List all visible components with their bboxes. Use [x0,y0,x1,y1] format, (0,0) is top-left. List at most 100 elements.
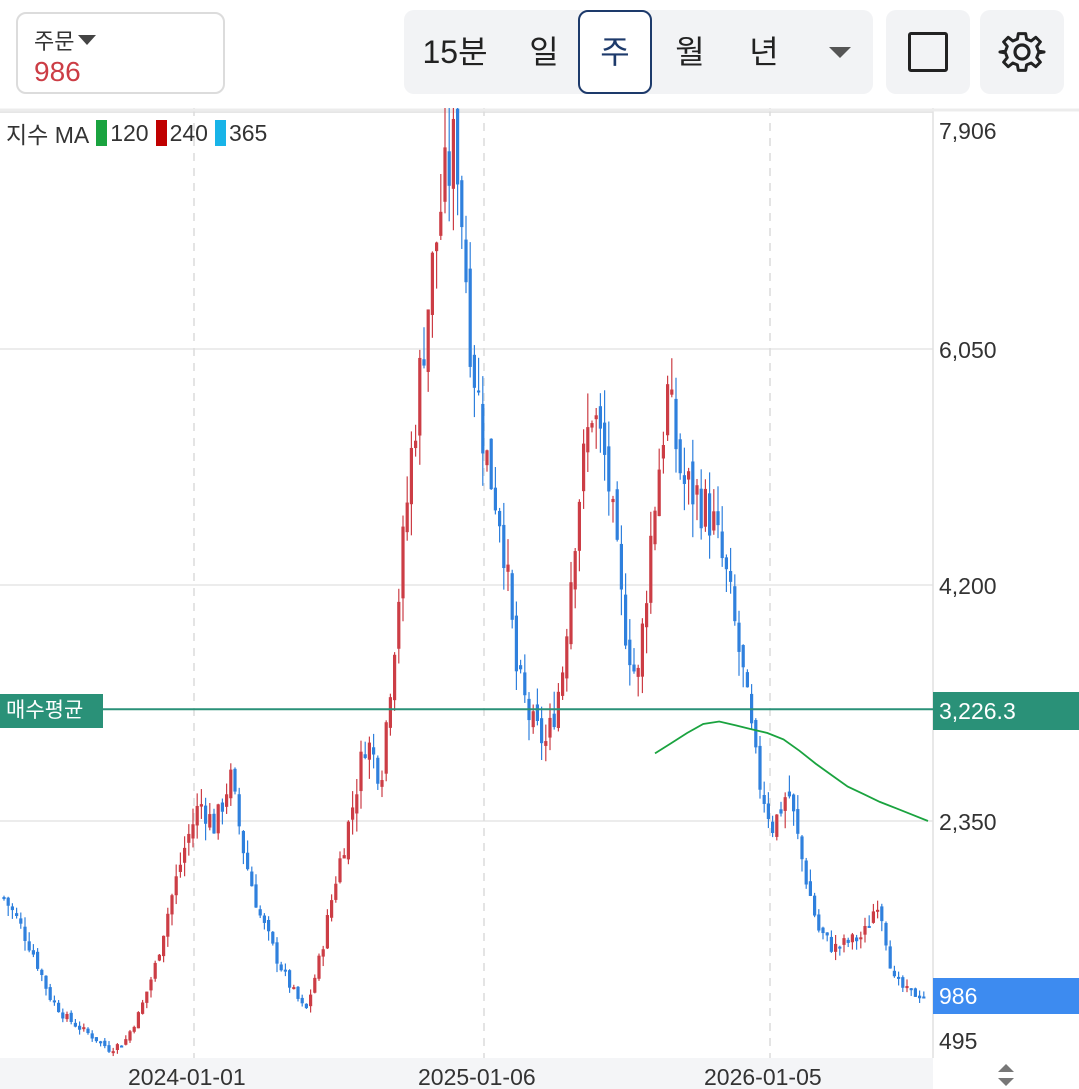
candle-body [695,485,699,495]
candle-body [275,942,279,964]
period-week[interactable]: 주 [578,10,652,94]
legend-ma120: 120 [110,119,149,146]
candle-body [27,941,31,951]
candle-body [183,847,187,863]
candle-body [111,1051,115,1054]
candle-body [565,636,569,679]
candle-body [838,946,842,949]
candle-body [821,927,825,934]
candle-body [61,1012,65,1019]
candle-body [510,573,514,620]
candle-body [502,524,506,569]
candle-body [44,975,48,989]
legend-ma365: 365 [228,119,268,146]
candle-body [607,446,611,492]
candle-body [691,461,695,505]
more-periods-icon[interactable] [829,47,851,58]
candle-body [376,757,380,784]
legend-prefix: 지수 MA [6,122,90,148]
candle-body [372,747,376,755]
candle-body [703,488,707,527]
settings-button[interactable] [980,10,1064,94]
candle-body [65,1014,69,1020]
candle-body [519,665,523,670]
candle-body [283,969,287,972]
candle-body [304,1003,308,1009]
order-selector[interactable]: 주문 986 [16,12,225,94]
candle-body [250,871,254,887]
candle-body [657,469,661,517]
candle-body [628,639,632,666]
candle-body [338,858,342,883]
y-tick-label: 495 [939,1028,978,1054]
candle-body [157,954,161,961]
candle-body [170,895,174,915]
candle-body [191,824,195,839]
candle-body [426,309,430,372]
candle-body [825,932,829,936]
candle-body [615,489,619,540]
candle-body [199,804,203,807]
period-year[interactable]: 년 [728,10,800,94]
candle-body [342,855,346,859]
candle-body [548,717,552,738]
candle-body [48,987,52,1000]
candle-body [682,475,686,484]
candle-body [787,791,791,797]
caret-down-icon [78,35,97,45]
candle-body [901,977,905,988]
candle-body [300,997,304,1004]
x-tick-label: 2024-01-01 [128,1064,246,1089]
candle-body [136,1012,140,1029]
candle-body [153,962,157,979]
ma240-swatch [155,120,167,146]
candle-body [863,926,867,935]
scroll-handle-icon[interactable] [996,1062,1016,1088]
period-day[interactable]: 일 [508,10,580,94]
candle-body [414,440,418,449]
candle-body [468,268,472,367]
candle-body [586,427,590,453]
candle-body [10,906,14,911]
candle-body [829,936,833,952]
candle-body [216,804,220,834]
candle-body [540,718,544,744]
order-label: 주문 [34,24,97,56]
y-tick-label: 2,350 [939,809,997,835]
x-tick-label: 2025-01-06 [418,1064,536,1089]
candle-body [880,906,884,922]
candle-body [145,991,149,1003]
candle-body [800,836,804,860]
price-chart[interactable] [0,108,1079,1058]
candle-body [594,415,598,420]
y-tick-label: 6,050 [939,337,997,363]
candle-body [632,664,636,672]
candle-body [582,443,586,492]
candle-body [52,1000,56,1003]
candle-body [909,988,913,991]
candle-body [661,445,665,459]
candle-body [73,1022,77,1027]
candle-body [401,526,405,599]
candle-body [913,988,917,997]
candle-body [187,833,191,843]
candle-body [99,1041,103,1044]
period-month[interactable]: 월 [654,10,726,94]
candle-body [779,809,783,814]
candle-body [804,860,808,885]
candle-body [569,582,573,645]
candle-body [313,977,317,993]
candle-body [535,704,539,722]
period-15min[interactable]: 15분 [410,10,500,94]
fullscreen-button[interactable] [886,10,970,94]
candle-body [355,794,359,814]
candle-body [561,672,565,696]
ma365-swatch [214,120,226,146]
candle-body [141,1002,145,1014]
candle-body [409,447,413,505]
candle-body [288,970,292,988]
candle-body [393,654,397,701]
candle-body [451,118,455,189]
candle-body [418,357,422,436]
candle-body [653,510,657,545]
